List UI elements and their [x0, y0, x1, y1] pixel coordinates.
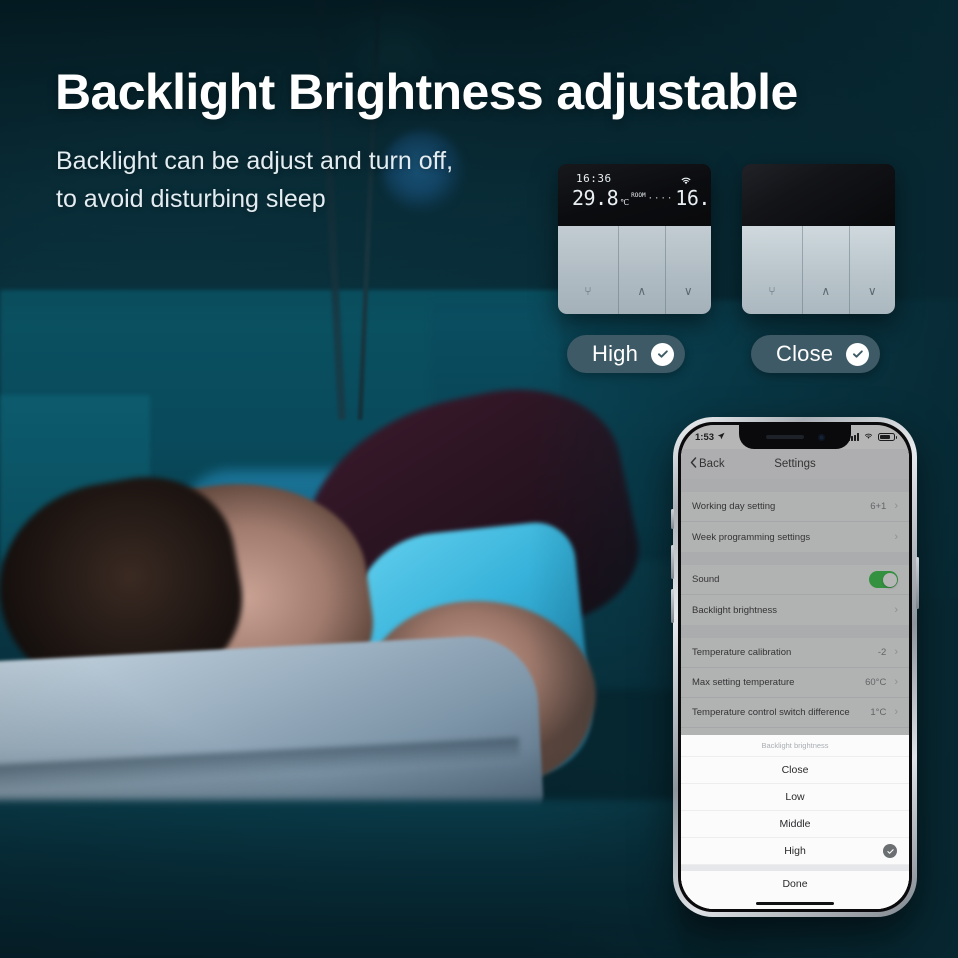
room-temp-unit: ℃	[620, 198, 630, 207]
phone-bezel: 1:53 Back Settings Working day setting 6…	[678, 422, 912, 912]
status-bar-time: 1:53	[695, 431, 715, 443]
location-arrow-icon	[717, 432, 725, 443]
option-label: Close	[781, 764, 809, 776]
display-temperatures: 29.8 ℃ ROOM ···· 16.0 ℃ SET ◉ ▫▫▫	[572, 186, 711, 210]
option-label: Low	[785, 791, 805, 803]
option-label: Middle	[779, 818, 811, 830]
subtitle-line-2: to avoid disturbing sleep	[56, 185, 326, 213]
thermostat-keypad-off[interactable]: ⑂ ∧ ∨	[742, 226, 895, 314]
power-mode-icon[interactable]: ⑂	[558, 226, 620, 314]
check-circle-icon	[846, 342, 870, 366]
thermostat-backlight-close[interactable]: ⑂ ∧ ∨	[742, 164, 895, 314]
phone-screen: 1:53 Back Settings Working day setting 6…	[681, 425, 909, 909]
battery-icon	[878, 432, 897, 442]
action-sheet-title: Backlight brightness	[681, 735, 909, 757]
room-label: ROOM	[631, 192, 646, 199]
thermostat-display-on: 16:36 29.8 ℃ ROOM ···· 16.0 ℃ SET ◉ ▫▫▫	[558, 164, 711, 226]
check-circle-icon	[651, 342, 675, 366]
chevron-down-icon[interactable]: ∨	[850, 226, 895, 314]
mute-switch[interactable]	[671, 509, 674, 529]
chevron-up-icon[interactable]: ∧	[619, 226, 666, 314]
volume-up-button[interactable]	[671, 545, 674, 579]
status-badge-close: Close	[751, 335, 881, 373]
set-temp-value: 16.0	[675, 186, 711, 210]
phone-mockup: 1:53 Back Settings Working day setting 6…	[671, 417, 919, 917]
chevron-down-icon[interactable]: ∨	[666, 226, 711, 314]
volume-down-button[interactable]	[671, 589, 674, 623]
check-circle-icon	[883, 844, 897, 858]
notch	[739, 425, 851, 449]
backlight-brightness-action-sheet[interactable]: Backlight brightness Close Low Middle Hi…	[681, 735, 909, 909]
thermostat-keypad-on[interactable]: ⑂ ∧ ∨	[558, 226, 711, 314]
action-sheet-option-middle[interactable]: Middle	[681, 811, 909, 838]
wifi-icon	[679, 171, 693, 185]
display-clock: 16:36	[576, 172, 612, 185]
signal-dots-icon: ····	[647, 194, 674, 204]
action-sheet-done-button[interactable]: Done	[681, 871, 909, 897]
page-title: Backlight Brightness adjustable	[55, 64, 798, 120]
power-mode-icon[interactable]: ⑂	[742, 226, 804, 314]
promo-banner: Backlight Brightness adjustable Backligh…	[0, 0, 958, 958]
page-subtitle: Backlight can be adjust and turn off, to…	[56, 142, 453, 218]
status-badge-high: High	[567, 335, 686, 373]
thermostat-display-off	[742, 164, 895, 226]
thermostat-backlight-high[interactable]: 16:36 29.8 ℃ ROOM ···· 16.0 ℃ SET ◉ ▫▫▫	[558, 164, 711, 314]
chevron-up-icon[interactable]: ∧	[803, 226, 850, 314]
room-temp-value: 29.8	[572, 186, 619, 210]
option-label: High	[784, 845, 806, 857]
badge-label: Close	[776, 341, 834, 366]
power-button[interactable]	[916, 557, 919, 609]
wifi-icon	[863, 431, 874, 443]
action-sheet-option-low[interactable]: Low	[681, 784, 909, 811]
action-sheet-option-high[interactable]: High	[681, 838, 909, 865]
action-sheet-option-close[interactable]: Close	[681, 757, 909, 784]
subtitle-line-1: Backlight can be adjust and turn off,	[56, 147, 454, 175]
home-indicator[interactable]	[681, 897, 909, 909]
badge-label: High	[592, 341, 639, 366]
earpiece-speaker	[765, 435, 804, 439]
front-camera-icon	[817, 433, 825, 441]
